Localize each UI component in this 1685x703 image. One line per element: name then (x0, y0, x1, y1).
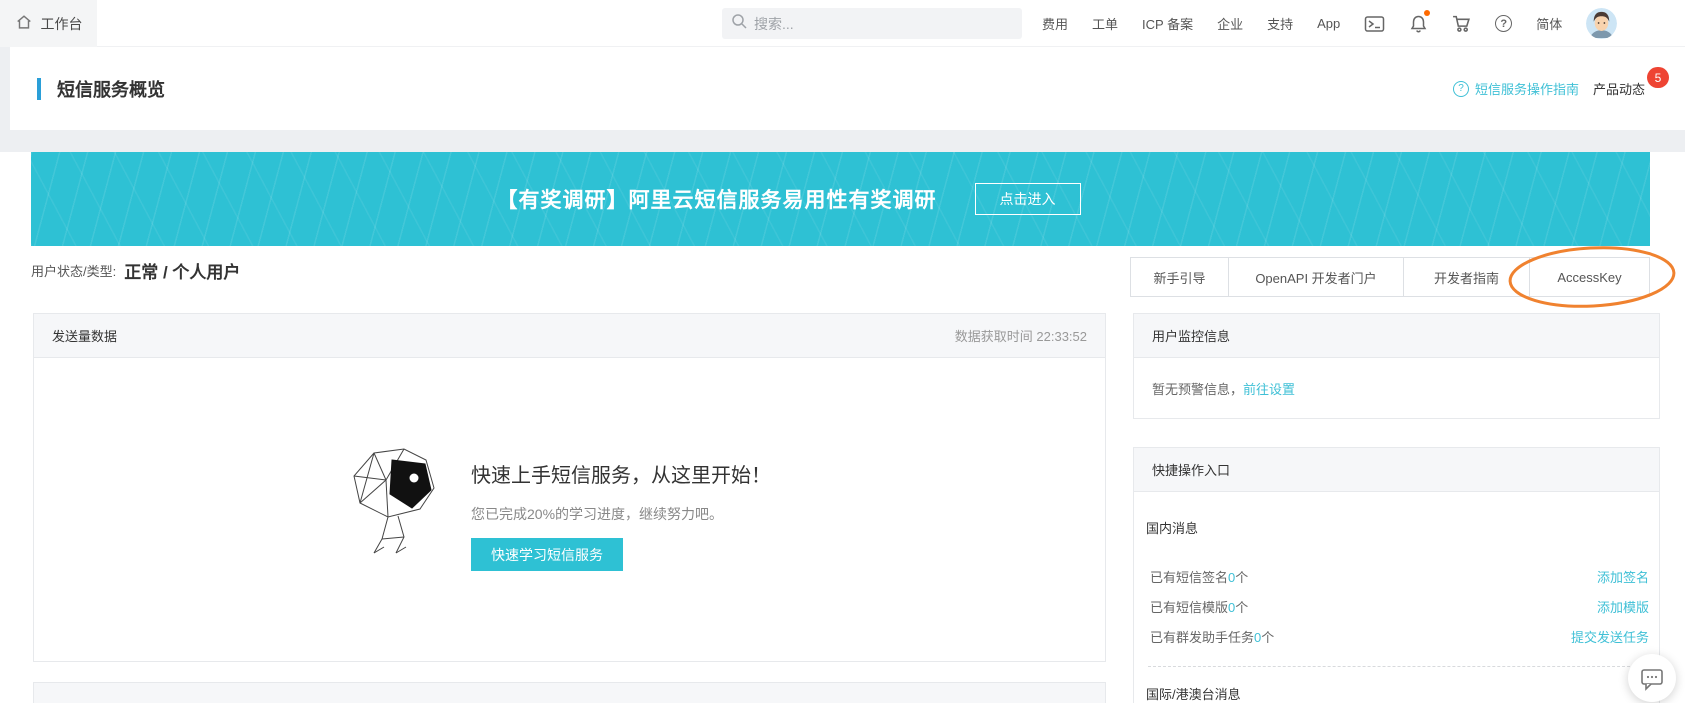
global-search[interactable] (722, 8, 1022, 39)
quick-actions-card: 快捷操作入口 国内消息 已有短信签名0个 添加签名 已有短信模版0个 添加模版 … (1133, 447, 1660, 703)
search-input[interactable] (754, 16, 1013, 32)
goto-settings-link[interactable]: 前往设置 (1243, 379, 1295, 398)
openapi-portal-button[interactable]: OpenAPI 开发者门户 (1228, 257, 1404, 297)
submit-send-task-link[interactable]: 提交发送任务 (1571, 627, 1649, 646)
no-alert-text: 暂无预警信息， (1152, 379, 1243, 398)
send-volume-card-header: 发送量数据 数据获取时间 22:33:52 (34, 314, 1105, 358)
page-title: 短信服务概览 (57, 76, 165, 102)
template-count-row: 已有短信模版0个 添加模版 (1150, 597, 1649, 615)
search-icon (731, 13, 747, 34)
data-fetch-time: 数据获取时间 22:33:52 (955, 326, 1087, 345)
header-divider-band (0, 130, 1685, 152)
guide-link-label: 短信服务操作指南 (1475, 79, 1579, 98)
user-monitor-card: 用户监控信息 暂无预警信息， 前往设置 (1133, 313, 1660, 419)
question-icon: ? (1453, 81, 1469, 97)
bell-icon[interactable] (1409, 14, 1428, 33)
template-count-text: 已有短信模版0个 (1150, 597, 1248, 616)
terminal-icon[interactable] (1364, 15, 1385, 33)
home-icon (15, 13, 33, 34)
page-header: 短信服务概览 ? 短信服务操作指南 产品动态 5 (10, 47, 1685, 130)
sms-console-page: 工作台 费用 工单 ICP 备案 企业 支持 App (0, 0, 1685, 703)
quick-actions-title: 快捷操作入口 (1152, 460, 1230, 479)
product-news-link[interactable]: 产品动态 5 (1593, 79, 1665, 98)
next-card-header-sliver (33, 682, 1106, 703)
user-monitor-card-header: 用户监控信息 (1134, 314, 1659, 358)
workbench-button[interactable]: 工作台 (0, 0, 97, 47)
user-monitor-title: 用户监控信息 (1152, 326, 1230, 345)
nav-item-enterprise[interactable]: 企业 (1217, 14, 1243, 33)
workbench-label: 工作台 (41, 14, 83, 34)
user-avatar[interactable] (1586, 8, 1617, 39)
beginner-guide-button[interactable]: 新手引导 (1130, 257, 1229, 297)
left-edge-strip (0, 47, 10, 130)
onboarding-progress-text: 您已完成20%的学习进度，继续努力吧。 (471, 504, 723, 524)
send-volume-card: 发送量数据 数据获取时间 22:33:52 快速上手短信服务，从这里开始！ 您已… (33, 313, 1106, 662)
robot-illustration (346, 447, 446, 564)
quick-button-group: 新手引导 OpenAPI 开发者门户 开发者指南 AccessKey (1130, 257, 1650, 297)
user-status-value: 正常 / 个人用户 (124, 258, 240, 283)
navbar-right-menu: 费用 工单 ICP 备案 企业 支持 App (1042, 0, 1617, 47)
feedback-chat-button[interactable] (1628, 654, 1676, 702)
notification-dot (1424, 10, 1430, 16)
locale-switcher[interactable]: 简体 (1536, 14, 1562, 33)
nav-item-app[interactable]: App (1317, 16, 1340, 31)
quick-actions-card-header: 快捷操作入口 (1134, 448, 1659, 492)
send-volume-title: 发送量数据 (52, 326, 117, 345)
chat-bubble-icon (1639, 665, 1665, 691)
onboarding-headline: 快速上手短信服务，从这里开始！ (471, 459, 771, 488)
title-accent-bar (37, 78, 41, 100)
batch-task-count-text: 已有群发助手任务0个 (1150, 627, 1274, 646)
nav-item-billing[interactable]: 费用 (1042, 14, 1068, 33)
banner-text: 【有奖调研】阿里云短信服务易用性有奖调研 (497, 184, 937, 214)
help-icon[interactable]: ? (1495, 15, 1512, 32)
nav-item-tickets[interactable]: 工单 (1092, 14, 1118, 33)
section-dashed-divider (1148, 666, 1645, 667)
cart-icon[interactable] (1452, 14, 1471, 33)
nav-item-icp[interactable]: ICP 备案 (1142, 14, 1193, 33)
developer-guide-button[interactable]: 开发者指南 (1403, 257, 1530, 297)
banner-enter-button[interactable]: 点击进入 (975, 183, 1081, 215)
user-monitor-body: 暂无预警信息， 前往设置 (1134, 358, 1659, 418)
intl-sms-section-label: 国际/港澳台消息 (1146, 684, 1241, 703)
learn-sms-button[interactable]: 快速学习短信服务 (471, 538, 623, 571)
user-status-row: 用户状态/类型: 正常 / 个人用户 (31, 258, 240, 283)
domestic-sms-section-label: 国内消息 (1146, 518, 1198, 537)
nav-item-support[interactable]: 支持 (1267, 14, 1293, 33)
signature-count-text: 已有短信签名0个 (1150, 567, 1248, 586)
accesskey-button[interactable]: AccessKey (1529, 257, 1650, 297)
top-navbar: 工作台 费用 工单 ICP 备案 企业 支持 App (0, 0, 1685, 47)
add-signature-link[interactable]: 添加签名 (1597, 567, 1649, 586)
batch-task-count-row: 已有群发助手任务0个 提交发送任务 (1150, 627, 1649, 645)
user-status-label: 用户状态/类型: (31, 261, 116, 280)
signature-count-row: 已有短信签名0个 添加签名 (1150, 567, 1649, 585)
survey-banner: 【有奖调研】阿里云短信服务易用性有奖调研 点击进入 (31, 152, 1650, 246)
product-news-label: 产品动态 (1593, 82, 1645, 97)
sms-guide-link[interactable]: ? 短信服务操作指南 (1453, 79, 1579, 98)
news-count-badge: 5 (1647, 67, 1669, 88)
header-right-links: ? 短信服务操作指南 产品动态 5 (1453, 47, 1665, 130)
add-template-link[interactable]: 添加模版 (1597, 597, 1649, 616)
